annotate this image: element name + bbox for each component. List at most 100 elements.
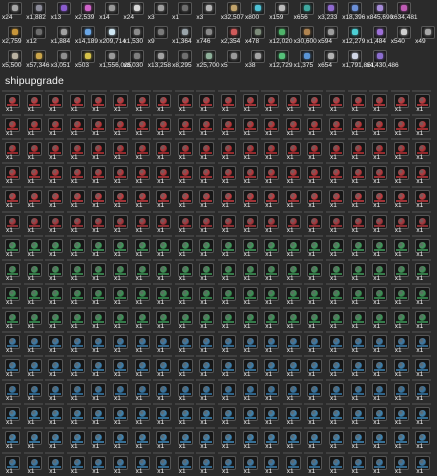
upgrade-item[interactable]: x1 (261, 451, 281, 476)
upgrade-item[interactable]: x1 (218, 451, 238, 476)
upgrade-item[interactable]: x1 (131, 403, 152, 427)
upgrade-item[interactable]: x1 (23, 403, 44, 427)
inventory-item[interactable]: x654 (318, 50, 338, 74)
upgrade-item[interactable]: x1 (174, 138, 195, 162)
upgrade-item[interactable]: x1 (45, 306, 65, 331)
upgrade-item[interactable]: x1 (131, 162, 152, 186)
upgrade-item[interactable]: x1 (347, 234, 368, 259)
upgrade-item[interactable]: x1 (2, 379, 22, 403)
upgrade-item[interactable]: x1 (239, 162, 260, 186)
upgrade-item[interactable]: x1 (347, 210, 368, 235)
upgrade-item[interactable]: x1 (153, 210, 173, 235)
upgrade-item[interactable]: x1 (412, 355, 432, 379)
inventory-item[interactable]: x12,729 (269, 50, 292, 74)
upgrade-item[interactable]: x1 (218, 331, 238, 355)
upgrade-item[interactable]: x1 (110, 306, 130, 331)
upgrade-item[interactable]: x1 (88, 138, 108, 162)
upgrade-item[interactable]: x1 (23, 331, 44, 355)
upgrade-item[interactable]: x1 (282, 210, 303, 235)
upgrade-item[interactable]: x1 (153, 138, 173, 162)
upgrade-item[interactable]: x1 (66, 331, 87, 355)
upgrade-item[interactable]: x1 (390, 90, 411, 114)
upgrade-item[interactable]: x1 (326, 138, 346, 162)
upgrade-item[interactable]: x1 (196, 114, 216, 138)
upgrade-item[interactable]: x1 (174, 451, 195, 476)
upgrade-item[interactable]: x1 (261, 90, 281, 114)
upgrade-item[interactable]: x1 (45, 355, 65, 379)
upgrade-item[interactable]: x1 (2, 138, 22, 162)
upgrade-item[interactable]: x1 (390, 379, 411, 403)
upgrade-item[interactable]: x1 (412, 258, 432, 283)
upgrade-item[interactable]: x1 (304, 90, 324, 114)
upgrade-item[interactable]: x1 (88, 451, 108, 476)
upgrade-item[interactable]: x1 (196, 162, 216, 186)
upgrade-item[interactable]: x1 (88, 114, 108, 138)
upgrade-item[interactable]: x1 (304, 379, 324, 403)
upgrade-item[interactable]: x1 (261, 210, 281, 235)
upgrade-item[interactable]: x1 (282, 186, 303, 210)
upgrade-item[interactable]: x1 (412, 379, 432, 403)
upgrade-item[interactable]: x1 (196, 90, 216, 114)
upgrade-item[interactable]: x1 (412, 114, 432, 138)
upgrade-item[interactable]: x1 (66, 186, 87, 210)
upgrade-item[interactable]: x1 (153, 355, 173, 379)
upgrade-item[interactable]: x1 (304, 186, 324, 210)
upgrade-item[interactable]: x1 (261, 186, 281, 210)
upgrade-item[interactable]: x1 (390, 355, 411, 379)
inventory-item[interactable]: x3,233 (318, 2, 338, 26)
upgrade-item[interactable]: x1 (131, 210, 152, 235)
upgrade-item[interactable]: x1 (88, 234, 108, 259)
inventory-item[interactable]: x1,556,025 (99, 50, 131, 74)
upgrade-item[interactable]: x1 (23, 138, 44, 162)
upgrade-item[interactable]: x1 (326, 234, 346, 259)
upgrade-item[interactable]: x1 (45, 210, 65, 235)
upgrade-item[interactable]: x1 (2, 451, 22, 476)
upgrade-item[interactable]: x1 (239, 282, 260, 307)
upgrade-item[interactable]: x1 (2, 234, 22, 259)
upgrade-item[interactable]: x1 (218, 379, 238, 403)
inventory-item[interactable]: x24 (124, 2, 144, 26)
upgrade-item[interactable]: x1 (174, 90, 195, 114)
upgrade-item[interactable]: x1 (110, 403, 130, 427)
upgrade-item[interactable]: x1 (304, 451, 324, 476)
upgrade-item[interactable]: x1 (110, 210, 130, 235)
inventory-item[interactable]: x1,375 (294, 50, 314, 74)
upgrade-item[interactable]: x1 (326, 90, 346, 114)
upgrade-item[interactable]: x1 (347, 306, 368, 331)
upgrade-item[interactable]: x1 (66, 403, 87, 427)
upgrade-item[interactable]: x1 (2, 427, 22, 451)
upgrade-item[interactable]: x1 (45, 403, 65, 427)
upgrade-item[interactable]: x1 (390, 162, 411, 186)
upgrade-item[interactable]: x1 (2, 403, 22, 427)
upgrade-item[interactable]: x1 (153, 403, 173, 427)
upgrade-item[interactable]: x1 (131, 331, 152, 355)
upgrade-item[interactable]: x1 (282, 331, 303, 355)
upgrade-item[interactable]: x1 (239, 379, 260, 403)
upgrade-item[interactable]: x1 (88, 162, 108, 186)
upgrade-item[interactable]: x1 (174, 210, 195, 235)
upgrade-item[interactable]: x1 (174, 379, 195, 403)
upgrade-item[interactable]: x1 (326, 162, 346, 186)
upgrade-item[interactable]: x1 (239, 403, 260, 427)
upgrade-item[interactable]: x1 (218, 306, 238, 331)
upgrade-item[interactable]: x1 (45, 427, 65, 451)
upgrade-item[interactable]: x1 (88, 403, 108, 427)
upgrade-item[interactable]: x1 (110, 258, 130, 283)
upgrade-item[interactable]: x1 (196, 403, 216, 427)
upgrade-item[interactable]: x1 (131, 186, 152, 210)
inventory-item[interactable]: x159 (269, 2, 290, 26)
inventory-item[interactable]: x1,884 (51, 26, 71, 50)
upgrade-item[interactable]: x1 (131, 258, 152, 283)
upgrade-item[interactable]: x1 (369, 186, 389, 210)
upgrade-item[interactable]: x1 (369, 331, 389, 355)
upgrade-item[interactable]: x1 (153, 451, 173, 476)
upgrade-item[interactable]: x1 (45, 282, 65, 307)
upgrade-item[interactable]: x1 (412, 306, 432, 331)
upgrade-item[interactable]: x1 (412, 451, 432, 476)
upgrade-item[interactable]: x1 (369, 162, 389, 186)
upgrade-item[interactable]: x1 (153, 114, 173, 138)
upgrade-item[interactable]: x1 (412, 162, 432, 186)
upgrade-item[interactable]: x1 (369, 210, 389, 235)
upgrade-item[interactable]: x1 (88, 258, 108, 283)
upgrade-item[interactable]: x1 (390, 114, 411, 138)
